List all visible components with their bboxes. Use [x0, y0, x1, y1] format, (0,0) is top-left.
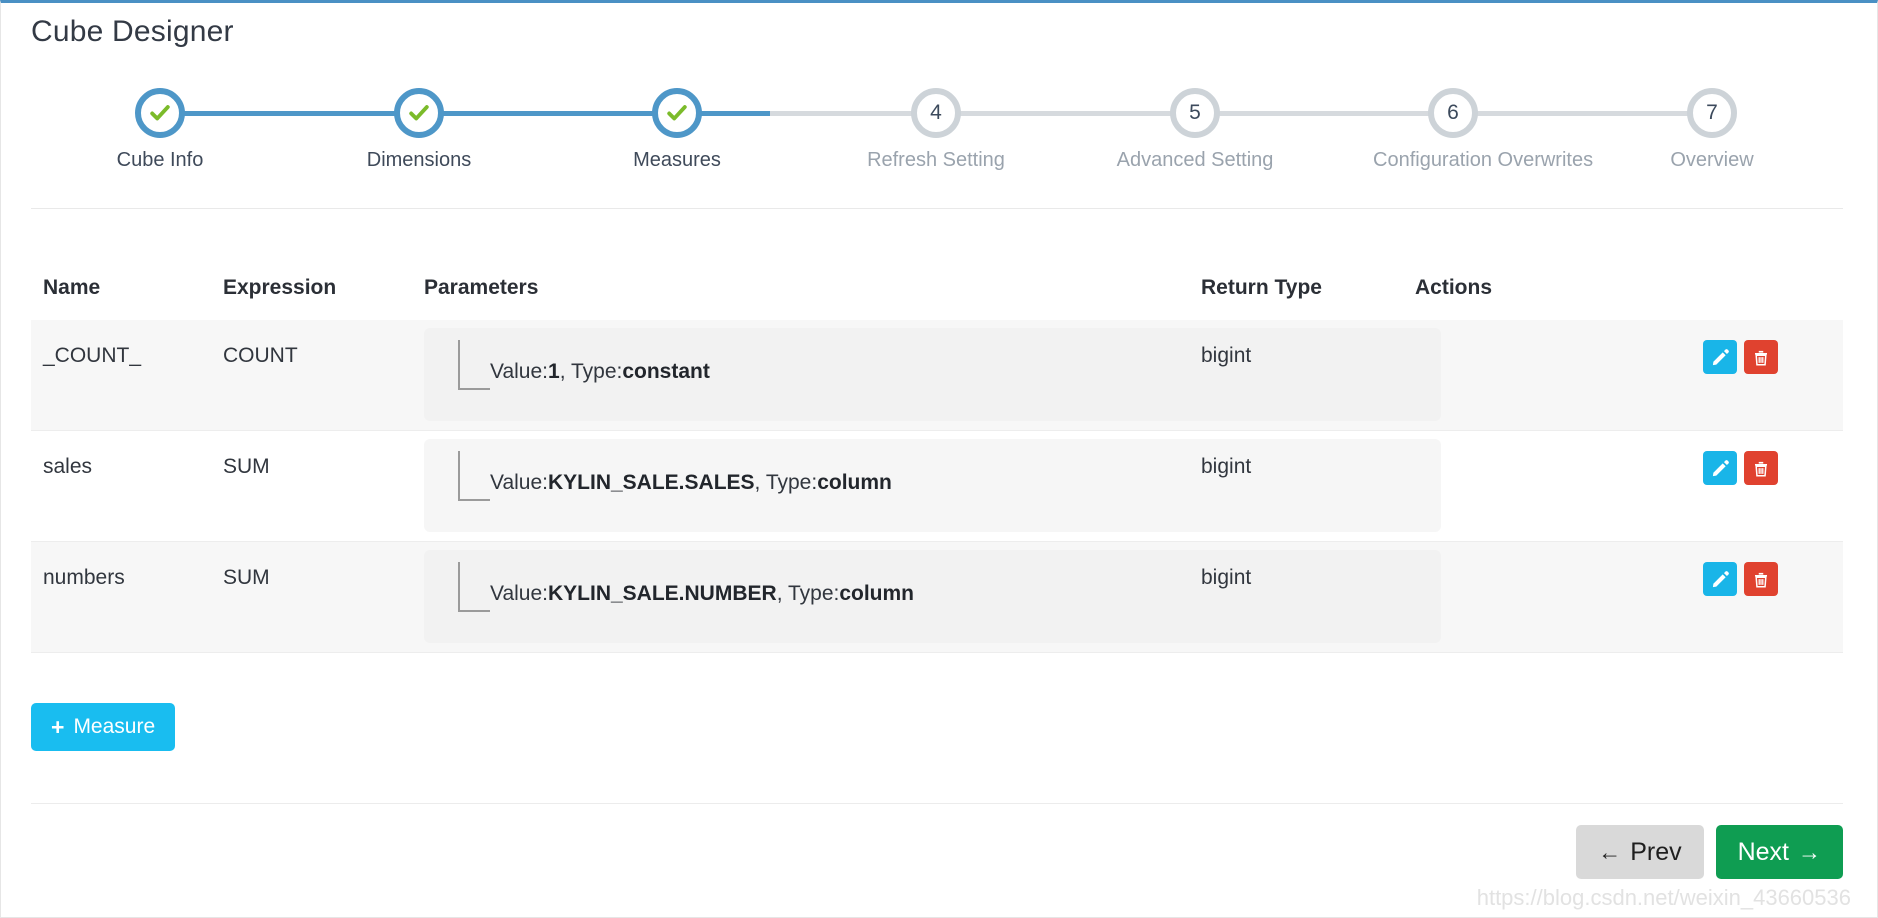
column-header-parameters: Parameters [424, 276, 539, 299]
parameter-value: KYLIN_SALE.NUMBER [548, 582, 777, 605]
measure-name: sales [43, 455, 93, 478]
wizard-step-label: Dimensions [366, 149, 472, 171]
measure-return-type: bigint [1201, 455, 1252, 478]
check-icon [394, 88, 444, 138]
parameter-text: Value:KYLIN_SALE.NUMBER, Type:column [490, 582, 914, 606]
wizard-step-label: Cube Info [116, 149, 204, 171]
check-icon [652, 88, 702, 138]
measure-name: numbers [43, 566, 125, 589]
wizard-step-label: Overview [1670, 149, 1754, 171]
wizard-step-label: Configuration Overwrites [1373, 149, 1594, 171]
trash-icon [1752, 459, 1770, 478]
edit-measure-button[interactable] [1703, 451, 1737, 485]
column-header-return-type: Return Type [1201, 276, 1322, 299]
header-divider [31, 208, 1843, 209]
arrow-right-icon: → [1798, 838, 1821, 865]
parameter-type: column [839, 582, 915, 605]
table-row: sales SUM Value:KYLIN_SALE.SALES, Type:col… [31, 431, 1843, 542]
parameter-value: 1 [548, 360, 560, 383]
edit-measure-button[interactable] [1703, 340, 1737, 374]
watermark: https://blog.csdn.net/weixin_43660536 [1476, 885, 1851, 910]
wizard-connector [936, 111, 1195, 116]
wizard-step-overview[interactable]: 7 Overview [1632, 83, 1792, 172]
parameter-type-label: , Type: [559, 360, 623, 383]
pencil-icon [1711, 570, 1730, 589]
wizard-step-configuration-overwrites[interactable]: 6 Configuration Overwrites [1373, 83, 1594, 172]
footer-divider [31, 803, 1843, 804]
wizard-step-dimensions[interactable]: Dimensions [339, 83, 499, 172]
trash-icon [1752, 570, 1770, 589]
parameter-type: column [817, 471, 892, 494]
table-row: _COUNT_ COUNT Value:1, Type:constant bigint [31, 320, 1843, 431]
table-header-row: Name Expression Parameters Return Type A… [31, 248, 1843, 320]
prev-button-label: Prev [1630, 837, 1682, 866]
add-measure-label: Measure [73, 715, 156, 738]
wizard-connector-progress [160, 111, 419, 116]
measure-parameters-panel: Value:1, Type:constant [424, 328, 1441, 421]
table-body: _COUNT_ COUNT Value:1, Type:constant bigint… [31, 320, 1843, 653]
column-header-name: Name [43, 276, 101, 299]
trash-icon [1752, 348, 1770, 367]
wizard-step-label: Measures [633, 149, 721, 171]
measure-expression: SUM [223, 455, 270, 478]
row-actions [1703, 562, 1778, 596]
parameter-value-label: Value: [490, 360, 548, 383]
wizard-step-number: 4 [911, 88, 961, 138]
arrow-left-icon: ← [1598, 838, 1622, 865]
wizard-step-number: 7 [1687, 88, 1737, 138]
next-button[interactable]: Next → [1715, 825, 1843, 879]
wizard-stepper: Cube Info Dimensions Measures 4 Refresh Sett… [31, 83, 1841, 203]
wizard-connector [1195, 111, 1453, 116]
wizard-step-label: Refresh Setting [867, 149, 1005, 171]
measure-name: _COUNT_ [43, 344, 142, 367]
wizard-step-refresh-setting[interactable]: 4 Refresh Setting [856, 83, 1016, 172]
wizard-step-advanced-setting[interactable]: 5 Advanced Setting [1115, 83, 1275, 172]
measure-return-type: bigint [1201, 566, 1252, 589]
wizard-step-cube-info[interactable]: Cube Info [80, 83, 240, 172]
cube-designer-page: Cube Designer Cube Info Dimensions Measure… [0, 0, 1878, 918]
parameter-type-label: , Type: [754, 471, 818, 494]
wizard-connector [1453, 111, 1712, 116]
delete-measure-button[interactable] [1744, 451, 1778, 485]
parameter-value-label: Value: [490, 582, 548, 605]
pencil-icon [1711, 348, 1730, 367]
parameter-type-label: , Type: [776, 582, 840, 605]
wizard-step-number: 5 [1170, 88, 1220, 138]
wizard-track: Cube Info Dimensions Measures 4 Refresh Sett… [31, 83, 1841, 171]
parameter-value-label: Value: [490, 471, 548, 494]
wizard-connector-progress [419, 111, 677, 116]
column-header-expression: Expression [223, 276, 337, 299]
measure-parameters-panel: Value:KYLIN_SALE.NUMBER, Type:column [424, 550, 1441, 643]
pencil-icon [1711, 459, 1730, 478]
parameter-value: KYLIN_SALE.SALES [548, 471, 755, 494]
measure-return-type: bigint [1201, 344, 1252, 367]
next-button-label: Next [1737, 837, 1789, 866]
delete-measure-button[interactable] [1744, 562, 1778, 596]
parameter-text: Value:KYLIN_SALE.SALES, Type:column [490, 471, 892, 495]
row-actions [1703, 451, 1778, 485]
row-actions [1703, 340, 1778, 374]
measure-parameters-panel: Value:KYLIN_SALE.SALES, Type:column [424, 439, 1441, 532]
table-row: numbers SUM Value:KYLIN_SALE.NUMBER, Type:… [31, 542, 1843, 653]
parameter-type: constant [622, 360, 710, 383]
page-title: Cube Designer [31, 15, 234, 48]
prev-button[interactable]: ← Prev [1576, 825, 1704, 879]
measures-table: Name Expression Parameters Return Type A… [31, 248, 1843, 653]
wizard-step-number: 6 [1428, 88, 1478, 138]
delete-measure-button[interactable] [1744, 340, 1778, 374]
plus-icon: + [51, 713, 65, 740]
edit-measure-button[interactable] [1703, 562, 1737, 596]
parameter-text: Value:1, Type:constant [490, 360, 710, 384]
wizard-step-measures[interactable]: Measures [597, 83, 757, 172]
column-header-actions: Actions [1415, 276, 1493, 299]
wizard-step-label: Advanced Setting [1116, 149, 1274, 171]
measure-expression: COUNT [223, 344, 298, 367]
add-measure-button[interactable]: + Measure [31, 703, 176, 751]
measure-expression: SUM [223, 566, 270, 589]
check-icon [135, 88, 185, 138]
footer-buttons: ← Prev Next → [1576, 825, 1843, 879]
